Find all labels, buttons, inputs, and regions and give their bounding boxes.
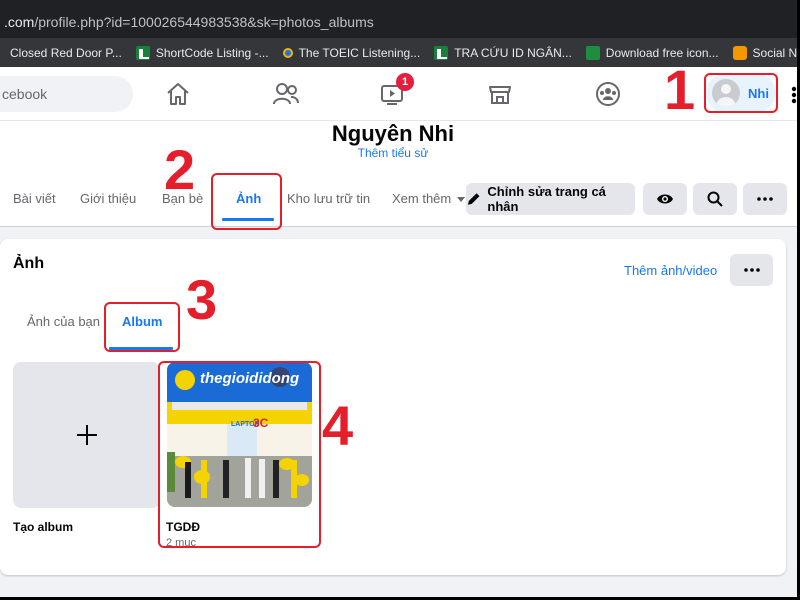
edit-profile-button[interactable]: Chỉnh sửa trang cá nhân xyxy=(466,183,635,215)
profile-name: Nguyên Nhi xyxy=(331,121,455,146)
plus-icon xyxy=(76,425,97,445)
tab-more-label: Xem thêm xyxy=(392,191,452,206)
friends-icon xyxy=(273,83,299,105)
url-host: .com xyxy=(4,14,35,30)
pencil-icon xyxy=(467,193,480,205)
add-bio-link[interactable]: Thêm tiểu sử xyxy=(0,146,786,160)
bookmark-toeic[interactable]: The TOEIC Listening... xyxy=(282,45,421,60)
groups-button[interactable] xyxy=(588,75,628,113)
tab-more[interactable]: Xem thêm xyxy=(392,191,466,206)
create-album-label[interactable]: Tạo album xyxy=(13,520,73,534)
annotation-box-4 xyxy=(158,361,321,548)
groups-icon xyxy=(596,82,620,106)
annotation-number-3: 3 xyxy=(186,268,218,331)
sheets-icon xyxy=(135,45,150,60)
annotation-box-1 xyxy=(704,73,778,113)
home-button[interactable] xyxy=(158,75,198,113)
more-dots-icon xyxy=(757,197,773,201)
marketplace-button[interactable] xyxy=(480,75,520,113)
profile-header: Nguyên Nhi Thêm tiểu sử Bài viết Giới th… xyxy=(0,121,800,227)
eye-icon xyxy=(657,194,673,204)
annotation-box-3 xyxy=(104,302,180,352)
tab-story-archive[interactable]: Kho lưu trữ tin xyxy=(287,191,370,206)
add-photo-video-link[interactable]: Thêm ảnh/video xyxy=(624,263,717,278)
bookmark-social-network[interactable]: Social Network for... xyxy=(732,45,800,60)
photos-card: Ảnh Thêm ảnh/video Ảnh của bạn Album Tạo… xyxy=(0,239,786,575)
caret-down-icon xyxy=(457,197,466,203)
bookmark-closed-red-door[interactable]: Closed Red Door P... xyxy=(0,46,122,60)
tab-about[interactable]: Giới thiệu xyxy=(80,191,136,206)
tab-posts[interactable]: Bài viết xyxy=(13,191,56,206)
notification-badge: 1 xyxy=(396,73,414,91)
address-bar[interactable]: .com/profile.php?id=100026544983538&sk=p… xyxy=(0,0,800,38)
flaticon-icon xyxy=(585,45,600,60)
home-icon xyxy=(167,83,189,105)
watch-button[interactable]: 1 xyxy=(372,73,414,113)
bookmark-label: The TOEIC Listening... xyxy=(298,45,421,60)
url-path: /profile.php?id=100026544983538&sk=photo… xyxy=(34,14,374,30)
bookmark-label: TRA CỨU ID NGÂN... xyxy=(454,45,572,60)
search-input[interactable]: cebook xyxy=(0,76,133,112)
marketplace-icon xyxy=(489,86,511,104)
sheets-icon xyxy=(434,45,449,60)
subtab-your-photos[interactable]: Ảnh của bạn xyxy=(27,314,100,329)
bookmark-label: Download free icon... xyxy=(605,45,719,60)
photos-title: Ảnh xyxy=(13,255,45,272)
create-album-tile[interactable] xyxy=(13,362,160,508)
more-dots-icon xyxy=(743,268,760,272)
more-options-button[interactable] xyxy=(743,183,787,215)
edit-profile-label: Chỉnh sửa trang cá nhân xyxy=(487,184,606,214)
bookmark-tra-cuu-id[interactable]: TRA CỨU ID NGÂN... xyxy=(434,45,572,60)
annotation-number-1: 1 xyxy=(664,58,696,121)
search-icon xyxy=(707,191,723,207)
bookmark-label: Closed Red Door P... xyxy=(10,45,122,60)
view-as-button[interactable] xyxy=(643,183,687,215)
bookmark-label: Social Network for... xyxy=(752,45,800,60)
search-profile-button[interactable] xyxy=(693,183,737,215)
bookmark-label: ShortCode Listing -... xyxy=(155,45,269,60)
bookmark-download-icon[interactable]: Download free icon... xyxy=(585,45,719,60)
social-icon xyxy=(732,45,747,60)
friends-button[interactable] xyxy=(266,75,306,113)
annotation-number-2: 2 xyxy=(164,138,196,201)
photos-more-button[interactable] xyxy=(730,254,773,286)
bookmark-shortcode-listing[interactable]: ShortCode Listing -... xyxy=(135,45,269,60)
annotation-box-2 xyxy=(211,173,282,230)
annotation-number-4: 4 xyxy=(322,394,354,457)
toeic-icon xyxy=(282,47,293,58)
